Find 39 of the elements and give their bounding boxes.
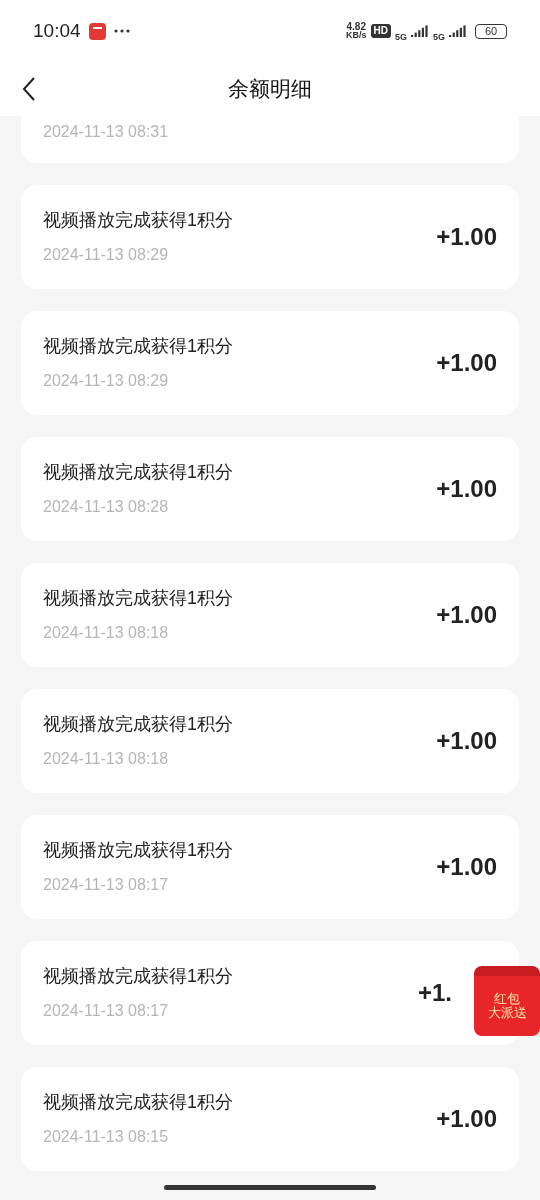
hd-badge: HD <box>370 24 391 38</box>
record-date: 2024-11-13 08:29 <box>43 371 170 391</box>
record-title: 视频播放完成获得1积分 <box>43 461 233 483</box>
network-speed: 4.82 <box>346 22 366 31</box>
record-date: 2024-11-13 08:29 <box>43 245 170 265</box>
record-amount: +1.00 <box>436 726 497 756</box>
record-title: 视频播放完成获得1积分 <box>43 713 233 735</box>
record-date: 2024-11-13 08:18 <box>43 623 170 643</box>
record-title: 视频播放完成获得1积分 <box>43 209 233 231</box>
network-type: 5G <box>394 31 407 45</box>
record-title: 视频播放完成获得1积分 <box>43 1091 233 1113</box>
signal-icon <box>411 25 429 37</box>
page-title: 余额明细 <box>228 76 312 103</box>
record-title: 视频播放完成获得1积分 <box>43 965 233 987</box>
network-type: 5G <box>433 31 445 45</box>
record-date: 2024-11-13 08:31 <box>43 122 169 142</box>
record-title: 视频播放完成获得1积分 <box>43 839 233 861</box>
gift-envelope-button[interactable]: 红包 大派送 <box>474 966 540 1036</box>
record-amount: +1.00 <box>436 600 497 630</box>
record-amount: +1.00 <box>436 852 497 882</box>
record-date: 2024-11-13 08:15 <box>43 1127 170 1147</box>
record-date: 2024-11-13 08:28 <box>43 497 170 517</box>
network-speed-unit: KB/s <box>346 31 367 40</box>
battery-icon: 60 <box>475 23 507 39</box>
more-icon <box>113 29 130 33</box>
record-title: 视频播放完成获得1积分 <box>43 335 233 357</box>
calendar-icon <box>88 22 106 40</box>
signal-icon <box>449 25 467 37</box>
record-amount: +1. <box>417 978 452 1008</box>
record-title: 视频播放完成获得1积分 <box>43 587 233 609</box>
record-date: 2024-11-13 08:17 <box>43 1001 170 1021</box>
record-amount: +1.00 <box>436 222 497 252</box>
back-icon[interactable] <box>22 76 36 102</box>
record-date: 2024-11-13 08:17 <box>43 875 170 895</box>
record-amount: +1.00 <box>436 348 497 378</box>
record-amount: +1.00 <box>436 474 497 504</box>
record-amount: +1.00 <box>436 1104 497 1134</box>
record-date: 2024-11-13 08:18 <box>43 749 170 769</box>
clock: 10:04 <box>33 18 81 43</box>
